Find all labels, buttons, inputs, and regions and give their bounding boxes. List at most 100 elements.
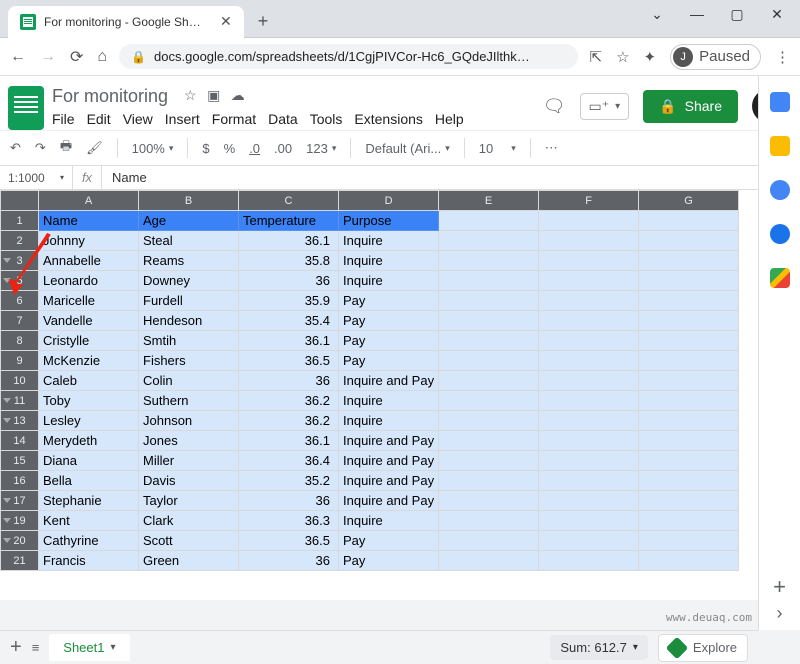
redo-icon[interactable]: ↷ [35,140,46,156]
back-icon[interactable]: ← [10,48,26,66]
percent-button[interactable]: % [224,141,236,156]
chevron-down-icon[interactable]: ⌄ [648,6,666,23]
star-bookmark-icon[interactable]: ☆ [616,48,629,66]
menu-file[interactable]: File [52,111,75,127]
cell[interactable] [439,331,539,351]
row-header[interactable]: 7 [1,311,39,331]
quicksum-dropdown[interactable]: Sum: 612.7 ▾ [550,635,648,660]
zoom-dropdown[interactable]: 100%▾ [132,141,174,156]
minimize-icon[interactable]: — [688,6,706,23]
number-format-dropdown[interactable]: 123▾ [306,141,336,156]
cell[interactable] [439,371,539,391]
cell[interactable]: Name [39,211,139,231]
cell[interactable]: Inquire [339,271,439,291]
cell[interactable] [439,231,539,251]
all-sheets-icon[interactable]: ≡ [32,640,40,655]
hide-panel-icon[interactable]: › [777,603,783,624]
currency-button[interactable]: $ [202,141,209,156]
maximize-icon[interactable]: ▢ [728,6,746,23]
cell[interactable]: Reams [139,251,239,271]
cell[interactable]: Inquire [339,411,439,431]
menu-insert[interactable]: Insert [165,111,200,127]
cell[interactable] [539,351,639,371]
cell[interactable]: 36 [239,271,339,291]
cell[interactable] [639,371,739,391]
cell[interactable]: Fishers [139,351,239,371]
cell[interactable] [539,391,639,411]
cell[interactable] [639,531,739,551]
font-dropdown[interactable]: Default (Ari...▾ [365,141,449,156]
doc-title[interactable]: For monitoring [52,86,168,107]
cell[interactable] [439,291,539,311]
calendar-icon[interactable] [770,92,790,112]
cell[interactable]: Steal [139,231,239,251]
cell[interactable]: Downey [139,271,239,291]
reload-icon[interactable]: ⟳ [70,47,83,67]
cell[interactable]: Pay [339,311,439,331]
contacts-icon[interactable] [770,224,790,244]
cell[interactable]: Pay [339,331,439,351]
cell[interactable] [439,431,539,451]
column-header[interactable]: D [339,191,439,211]
cell[interactable] [539,291,639,311]
cell[interactable]: Miller [139,451,239,471]
cell[interactable]: 36.2 [239,411,339,431]
cell[interactable]: 36.1 [239,231,339,251]
row-header[interactable]: 21 [1,551,39,571]
cell[interactable]: 36.1 [239,431,339,451]
cell[interactable]: Bella [39,471,139,491]
cell[interactable] [439,251,539,271]
extensions-icon[interactable]: ✦ [644,48,657,66]
cell[interactable] [539,551,639,571]
cell[interactable] [439,551,539,571]
select-all-corner[interactable] [1,191,39,211]
cell[interactable]: Temperature [239,211,339,231]
maps-icon[interactable] [770,268,790,288]
cell[interactable]: Inquire [339,391,439,411]
cell[interactable] [439,391,539,411]
profile-button[interactable]: J Paused [670,44,761,70]
sheet-tab[interactable]: Sheet1 ▾ [49,634,129,661]
url-input[interactable]: 🔒 docs.google.com/spreadsheets/d/1CgjPIV… [119,44,577,69]
cell[interactable]: 35.2 [239,471,339,491]
name-box[interactable]: 1:1000 ▾ [0,171,72,185]
cell[interactable]: Pay [339,351,439,371]
cell[interactable] [539,371,639,391]
cell[interactable] [539,471,639,491]
menu-extensions[interactable]: Extensions [354,111,422,127]
row-header[interactable]: 15 [1,451,39,471]
cell[interactable] [539,271,639,291]
row-header[interactable]: 14 [1,431,39,451]
cell[interactable] [439,311,539,331]
cell[interactable] [639,551,739,571]
row-header[interactable]: 16 [1,471,39,491]
cell[interactable] [539,251,639,271]
cell[interactable]: Purpose [339,211,439,231]
home-icon[interactable]: ⌂ [97,48,107,66]
install-app-icon[interactable]: ⇱ [590,48,603,66]
row-header[interactable]: 13 [1,411,39,431]
cell[interactable] [639,391,739,411]
cell[interactable]: Pay [339,291,439,311]
cell[interactable] [639,471,739,491]
cell[interactable]: Davis [139,471,239,491]
browser-tab[interactable]: For monitoring - Google Sheets ✕ [8,6,244,38]
move-icon[interactable]: ▣ [207,87,220,103]
cell[interactable]: Francis [39,551,139,571]
menu-data[interactable]: Data [268,111,298,127]
sheets-logo-icon[interactable] [8,86,44,130]
cell[interactable] [639,431,739,451]
cell[interactable] [639,291,739,311]
cell[interactable] [439,411,539,431]
cell[interactable]: Cristylle [39,331,139,351]
column-header[interactable]: E [439,191,539,211]
cell[interactable]: Inquire [339,511,439,531]
cell[interactable]: Merydeth [39,431,139,451]
cell[interactable]: 35.8 [239,251,339,271]
cell[interactable] [639,491,739,511]
cell[interactable]: Vandelle [39,311,139,331]
cell[interactable] [439,471,539,491]
cell[interactable] [439,511,539,531]
formula-value[interactable]: Name [102,170,157,185]
cell[interactable]: Toby [39,391,139,411]
